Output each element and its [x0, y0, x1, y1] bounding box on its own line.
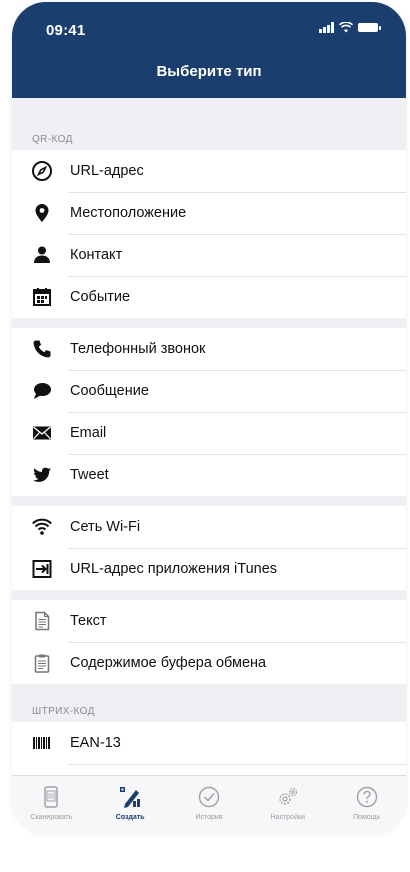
cellular-signal-icon — [319, 22, 334, 33]
section-header: QR-КОД — [32, 134, 73, 145]
list-item-label: Сообщение — [70, 383, 149, 399]
list-item-label: Email — [70, 425, 107, 441]
phone-icon — [30, 337, 54, 361]
wifi-status-icon — [339, 22, 353, 33]
tab-label: Сканировать — [30, 814, 73, 821]
tab-scan[interactable]: Сканировать — [12, 776, 91, 834]
calendar-icon — [30, 285, 54, 309]
tab-label: Настройки — [270, 814, 305, 821]
person-icon — [30, 243, 54, 267]
list-item[interactable]: Tweet — [12, 454, 406, 496]
list-item[interactable]: Текст — [12, 600, 406, 642]
list-group: URL-адрес Местоположение Контакт Событие — [12, 150, 406, 318]
list-item[interactable]: Местоположение — [12, 192, 406, 234]
tab-settings[interactable]: Настройки — [248, 776, 327, 834]
list-item-label: Содержимое буфера обмена — [70, 655, 267, 671]
list-item[interactable]: Контакт — [12, 234, 406, 276]
list-item-label: Текст — [70, 613, 107, 629]
tab-label: История — [195, 814, 223, 821]
list-item[interactable]: Телефонный звонок — [12, 328, 406, 370]
tab-help[interactable]: Помощь — [327, 776, 406, 834]
enter-arrow-icon — [30, 557, 54, 581]
tab-bar: Сканировать Создать История Настройки Помощь — [12, 775, 406, 834]
list-item[interactable]: Событие — [12, 276, 406, 318]
phone-screen: 09:41 Выберите тип QR-КОД URL-адрес Местоп… — [12, 2, 406, 834]
envelope-icon — [30, 421, 54, 445]
settings-gears-icon — [273, 782, 303, 812]
list-item-label: Сеть Wi-Fi — [70, 519, 141, 535]
clipboard-icon — [30, 651, 54, 675]
twitter-bird-icon — [30, 463, 54, 487]
list-item-label: URL-адрес приложения iTunes — [70, 561, 278, 577]
location-pin-icon — [30, 201, 54, 225]
list-item-label: Телефонный звонок — [70, 341, 206, 357]
list-item[interactable]: EAN-13 — [12, 722, 406, 764]
scan-icon — [36, 782, 66, 812]
list-group: Текст Содержимое буфера обмена — [12, 600, 406, 684]
tab-label: Создать — [115, 814, 145, 821]
list-item-label: URL-адрес — [70, 163, 144, 179]
help-icon — [352, 782, 382, 812]
list-item[interactable]: URL-адрес приложения iTunes — [12, 548, 406, 590]
compass-icon — [30, 159, 54, 183]
list-group: Телефонный звонок Сообщение Email Tweet — [12, 328, 406, 496]
navigation-header: 09:41 Выберите тип — [12, 2, 406, 98]
list-item-label: Tweet — [70, 467, 109, 483]
group-separator — [12, 590, 406, 600]
page-title: Выберите тип — [156, 63, 262, 80]
list-item[interactable]: Email — [12, 412, 406, 454]
list-group: EAN-13EAN-8 — [12, 722, 406, 776]
list-item-label: EAN-13 — [70, 735, 121, 751]
document-icon — [30, 609, 54, 633]
status-time: 09:41 — [46, 22, 86, 39]
status-icons — [319, 22, 381, 33]
message-bubble-icon — [30, 379, 54, 403]
group-separator — [12, 496, 406, 506]
list-group: Сеть Wi-Fi URL-адрес приложения iTunes — [12, 506, 406, 590]
list-item-label: Контакт — [70, 247, 123, 263]
list-item[interactable]: Сообщение — [12, 370, 406, 412]
history-check-icon — [194, 782, 224, 812]
battery-icon — [358, 23, 381, 32]
list-item[interactable]: Содержимое буфера обмена — [12, 642, 406, 684]
tab-create[interactable]: Создать — [91, 776, 170, 834]
list-item-label: Местоположение — [70, 205, 187, 221]
list-item[interactable]: Сеть Wi-Fi — [12, 506, 406, 548]
section-header: ШТРИХ-КОД — [32, 706, 95, 717]
type-list[interactable]: QR-КОД URL-адрес Местоположение Контакт Собы… — [12, 98, 406, 776]
tab-history[interactable]: История — [170, 776, 249, 834]
list-item-label: Событие — [70, 289, 131, 305]
wifi-icon — [30, 515, 54, 539]
tab-label: Помощь — [353, 814, 381, 821]
create-pencil-icon — [115, 782, 145, 812]
list-item[interactable]: URL-адрес — [12, 150, 406, 192]
barcode-icon — [30, 731, 54, 755]
group-separator — [12, 318, 406, 328]
